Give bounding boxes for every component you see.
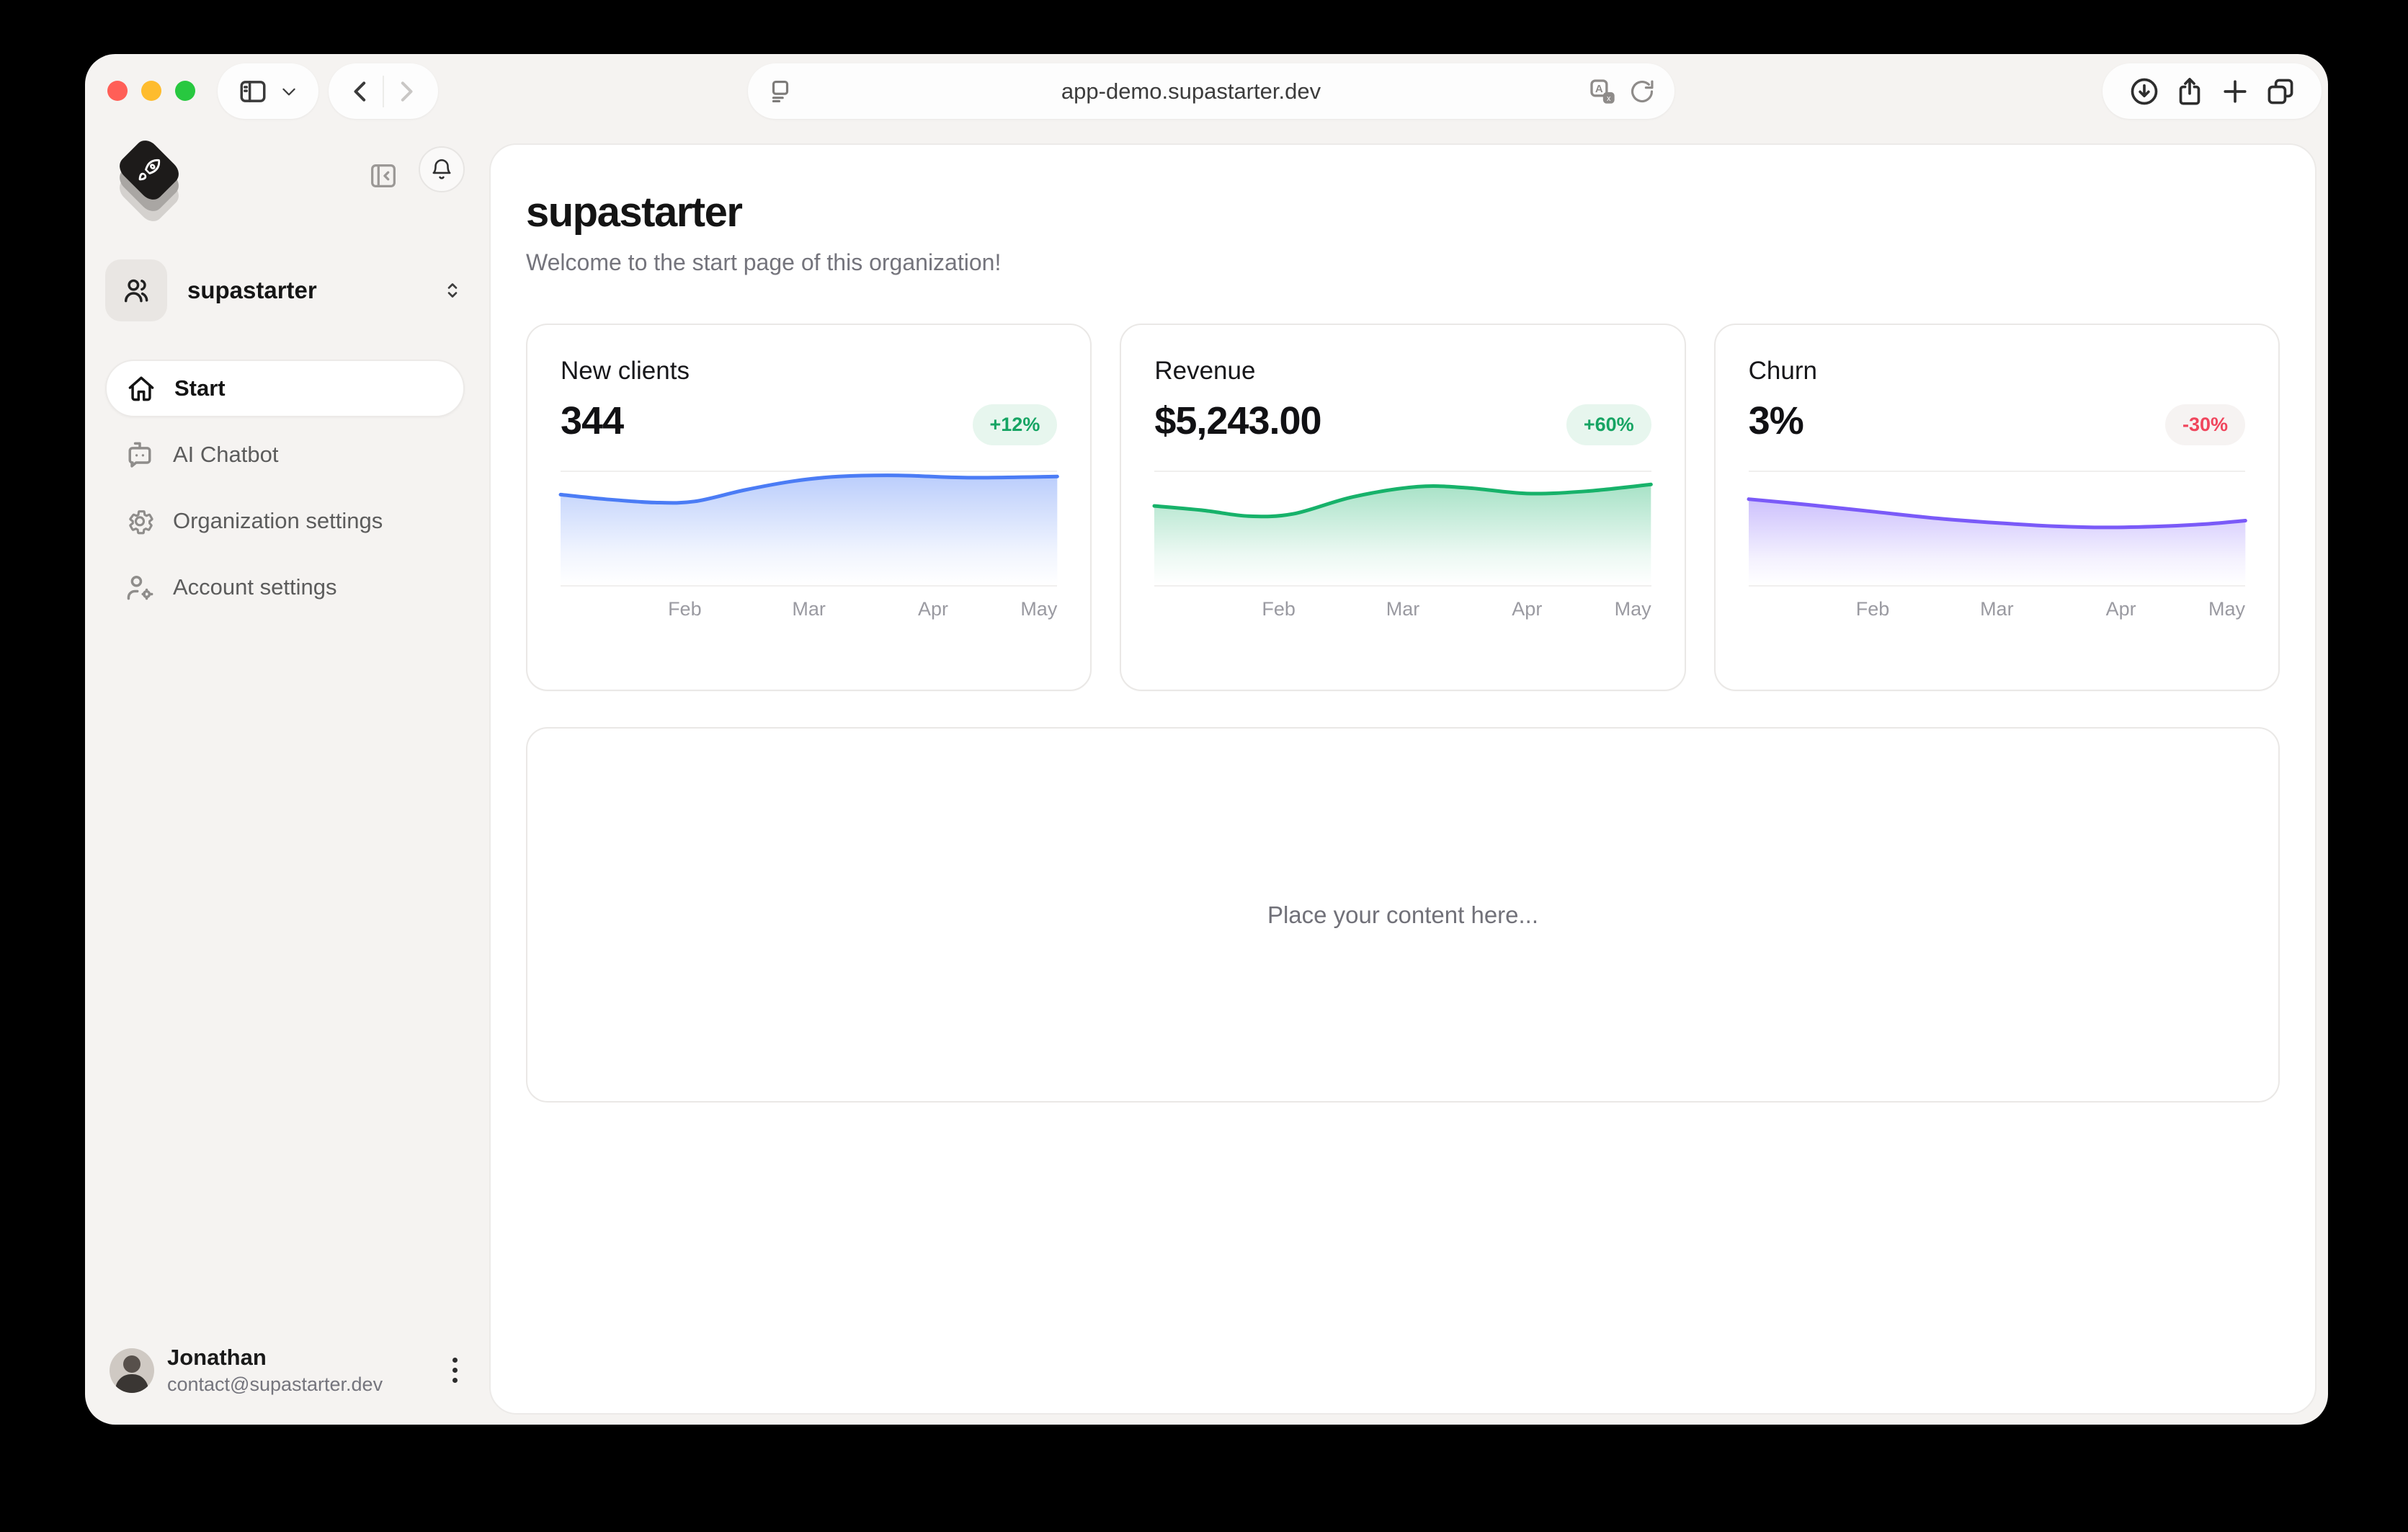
back-icon[interactable] — [347, 77, 375, 106]
page-settings-icon[interactable] — [767, 78, 794, 105]
x-axis: Feb Mar Apr May — [1154, 598, 1651, 627]
stats-cards-row: New clients 344 +12% Feb Mar Apr May Rev… — [526, 324, 2280, 691]
x-axis: Feb Mar Apr May — [561, 598, 1057, 627]
stat-title: New clients — [561, 357, 1057, 386]
downloads-icon[interactable] — [2128, 76, 2160, 107]
x-axis-label: Mar — [1386, 598, 1420, 620]
toolbar-actions-group — [2102, 63, 2322, 119]
organization-selector[interactable]: supastarter — [105, 259, 465, 322]
stat-title: Revenue — [1154, 357, 1651, 386]
area-chart — [1154, 472, 1651, 585]
forward-icon[interactable] — [391, 77, 420, 106]
window-controls — [107, 81, 195, 101]
translate-icon[interactable]: A x — [1588, 77, 1617, 106]
change-badge: -30% — [2165, 404, 2245, 445]
app-sidebar: supastarter Start — [85, 135, 489, 1425]
sidebar-item-label: Account settings — [173, 574, 336, 600]
notifications-button[interactable] — [419, 146, 465, 192]
toggle-sidebar-icon[interactable] — [238, 76, 268, 107]
browser-window: app-demo.supastarter.dev A x — [85, 54, 2328, 1425]
user-menu-icon[interactable] — [445, 1350, 465, 1390]
x-axis-label: May — [1020, 598, 1057, 620]
stat-card-churn: Churn 3% -30% Feb Mar Apr May — [1714, 324, 2280, 691]
change-badge: +60% — [1566, 404, 1651, 445]
address-bar[interactable]: app-demo.supastarter.dev A x — [748, 63, 1675, 119]
browser-toolbar: app-demo.supastarter.dev A x — [85, 54, 2328, 135]
sidebar-item-ai-chatbot[interactable]: AI Chatbot — [105, 426, 465, 484]
user-profile[interactable]: Jonathan contact@supastarter.dev — [110, 1345, 465, 1396]
placeholder-text: Place your content here... — [1267, 901, 1538, 929]
x-axis-label: Feb — [1262, 598, 1296, 620]
sidebar-item-label: Organization settings — [173, 508, 383, 534]
organization-name: supastarter — [187, 277, 440, 304]
x-axis-label: May — [1615, 598, 1651, 620]
close-window-button[interactable] — [107, 81, 128, 101]
user-gear-icon — [124, 571, 156, 603]
x-axis-label: Mar — [792, 598, 826, 620]
url-text[interactable]: app-demo.supastarter.dev — [794, 79, 1588, 104]
divider — [383, 76, 384, 107]
sidebar-item-account-settings[interactable]: Account settings — [105, 558, 465, 616]
sidebar-toggle-group — [218, 63, 318, 119]
reload-icon[interactable] — [1628, 78, 1656, 105]
sparkline-chart — [1154, 471, 1651, 587]
content-placeholder-card: Place your content here... — [526, 727, 2280, 1103]
users-icon — [105, 259, 167, 321]
stat-card-new-clients: New clients 344 +12% Feb Mar Apr May — [526, 324, 1092, 691]
minimize-window-button[interactable] — [141, 81, 161, 101]
sidebar-item-label: AI Chatbot — [173, 442, 278, 468]
x-axis-label: Feb — [668, 598, 702, 620]
zoom-window-button[interactable] — [175, 81, 195, 101]
area-chart — [561, 472, 1057, 585]
user-name: Jonathan — [167, 1345, 445, 1371]
sidebar-item-organization-settings[interactable]: Organization settings — [105, 492, 465, 550]
sidebar-item-start[interactable]: Start — [105, 360, 465, 417]
gear-icon — [124, 505, 156, 537]
x-axis-label: Feb — [1856, 598, 1890, 620]
user-avatar — [110, 1348, 154, 1393]
bell-icon — [429, 157, 454, 182]
sparkline-chart — [561, 471, 1057, 587]
desktop-background: app-demo.supastarter.dev A x — [0, 0, 2408, 1532]
x-axis-label: Apr — [918, 598, 948, 620]
x-axis-label: Apr — [2106, 598, 2136, 620]
chatbot-icon — [124, 439, 156, 471]
x-axis-label: May — [2208, 598, 2245, 620]
sidebar-item-label: Start — [174, 375, 226, 401]
x-axis: Feb Mar Apr May — [1749, 598, 2245, 627]
page-title: supastarter — [526, 188, 2280, 236]
collapse-sidebar-icon[interactable] — [367, 159, 400, 192]
share-icon[interactable] — [2174, 76, 2206, 107]
new-tab-icon[interactable] — [2219, 76, 2251, 107]
history-nav-group — [329, 63, 438, 119]
tab-overview-icon[interactable] — [2265, 76, 2296, 107]
stat-title: Churn — [1749, 357, 2245, 386]
chevron-down-icon[interactable] — [280, 82, 298, 101]
page-subtitle: Welcome to the start page of this organi… — [526, 249, 2280, 276]
chevrons-up-down-icon — [440, 278, 465, 303]
sidebar-nav: Start AI Chatbot — [105, 360, 465, 616]
main-content-panel: supastarter Welcome to the start page of… — [489, 143, 2316, 1415]
sparkline-chart — [1749, 471, 2245, 587]
change-badge: +12% — [973, 404, 1058, 445]
user-email: contact@supastarter.dev — [167, 1373, 445, 1396]
svg-text:A: A — [1595, 83, 1603, 95]
area-chart — [1749, 472, 2245, 585]
x-axis-label: Apr — [1512, 598, 1542, 620]
home-icon — [125, 373, 157, 404]
app-logo[interactable] — [107, 141, 200, 216]
stat-card-revenue: Revenue $5,243.00 +60% Feb Mar Apr May — [1120, 324, 1685, 691]
svg-text:x: x — [1607, 94, 1611, 103]
x-axis-label: Mar — [1980, 598, 2014, 620]
